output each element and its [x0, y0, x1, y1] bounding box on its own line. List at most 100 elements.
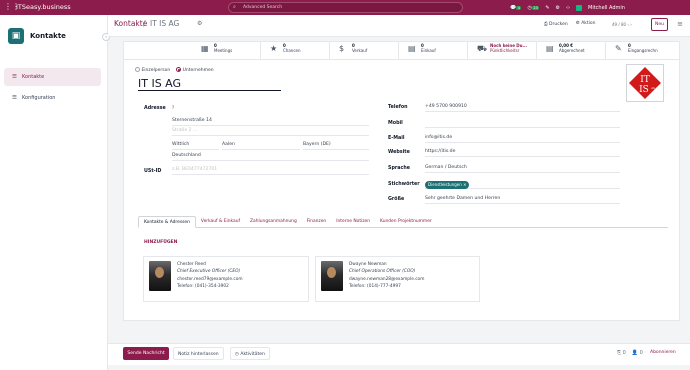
- tab-contacts-addresses[interactable]: Kontakte & Adressen: [138, 216, 196, 228]
- header-actions: ⎙ Drucken ⚙ Aktion: [544, 21, 596, 27]
- email-field[interactable]: info@itis.de: [425, 135, 620, 143]
- smart-button-invoiced[interactable]: ▤ 0,00 € Abgerechnet: [538, 41, 606, 59]
- city-field[interactable]: Wittlich: [172, 142, 219, 150]
- contact-info: Dwayne Newman Chief Operations Officer (…: [349, 261, 424, 291]
- partner-name-field[interactable]: IT IS AG: [138, 77, 281, 91]
- contact-card[interactable]: Dwayne Newman Chief Operations Officer (…: [315, 256, 480, 302]
- phone-label: Telefon: [388, 105, 408, 110]
- tags-label: Stichwörter: [388, 182, 420, 187]
- attachment-icon[interactable]: ⎘ 0: [617, 350, 626, 356]
- smart-button-on-time-rate[interactable]: ⛟ Noch keine Du... Pünktlichkeitsr: [469, 41, 537, 59]
- chatter-icons: ⎘ 0 👤 0: [617, 350, 643, 356]
- truck-icon: ⛟: [477, 44, 488, 53]
- follow-button[interactable]: Abonnieren: [650, 350, 676, 355]
- salutation-field[interactable]: Sehr geehrte Damen und Herren: [425, 196, 620, 204]
- systray: 💬 4 ◷ 23 ✎ ⚙ ‹› Mitchell Admin: [510, 3, 625, 12]
- dollar-icon: $: [339, 44, 345, 53]
- tab-sales-purchase[interactable]: Verkauf & Einkauf: [196, 216, 245, 227]
- tag-remove-icon[interactable]: ✕: [463, 182, 466, 187]
- list-icon: ☰: [12, 95, 17, 101]
- salutation-label: Größe: [388, 197, 405, 202]
- followers-icon[interactable]: 👤 0: [632, 350, 643, 356]
- svg-text:IT: IT: [640, 75, 650, 85]
- gear-icon[interactable]: ⚙: [197, 20, 202, 27]
- pager[interactable]: 49 / 80 ‹ ›: [612, 22, 632, 27]
- smart-button-label: Verkauf: [352, 47, 368, 53]
- vat-field[interactable]: z.B. BE0477472701: [172, 167, 369, 175]
- edit-icon: ✎: [615, 44, 622, 53]
- pager-next-icon[interactable]: ›: [630, 22, 632, 27]
- radio-label: Unternehmen: [182, 68, 214, 73]
- contact-name: Dwayne Newman: [349, 262, 387, 267]
- country-field[interactable]: Deutschland: [172, 153, 369, 161]
- help-icon[interactable]: ?: [172, 105, 174, 110]
- activity-clock-icon[interactable]: ◷ 23: [527, 5, 540, 11]
- avatar[interactable]: [576, 4, 582, 11]
- log-note-button[interactable]: Notiz hinterlassen: [173, 347, 224, 360]
- print-button[interactable]: ⎙ Drucken: [544, 21, 568, 27]
- smart-button-sales[interactable]: $0 Verkauf: [331, 41, 399, 59]
- tab-accounting[interactable]: Finanzen: [302, 216, 331, 227]
- radio-individual[interactable]: Einzelperson: [135, 67, 170, 73]
- search-icon: ⌕: [233, 4, 236, 10]
- zip-city-field[interactable]: Aalen: [222, 142, 300, 150]
- new-button[interactable]: Neu: [651, 18, 668, 31]
- contact-phone: Telefon: (014)-777-4997: [349, 284, 401, 290]
- smart-button-label: Eingangsrechn: [628, 47, 658, 53]
- radio-company[interactable]: Unternehmen: [176, 67, 214, 73]
- user-name[interactable]: Mitchell Admin: [588, 5, 625, 11]
- street-field[interactable]: Sternenstraße 14: [172, 118, 369, 126]
- message-count-badge: 4: [516, 5, 522, 10]
- contact-info: Chester Reed Chief Executive Officer (CE…: [177, 261, 243, 291]
- smart-button-vendor-bills[interactable]: ✎ 0 Eingangsrechn: [607, 41, 679, 59]
- print-label: Drucken: [549, 22, 568, 27]
- breadcrumb-separator: /: [143, 19, 146, 28]
- company-type-selector: Einzelperson Unternehmen: [135, 67, 214, 73]
- control-panel: [108, 15, 690, 37]
- website-field[interactable]: https://itis.de: [425, 149, 620, 157]
- state-field[interactable]: Bayern (DE): [303, 142, 369, 150]
- tools-icon[interactable]: ✎: [545, 5, 549, 11]
- global-search-input[interactable]: ⌕ Advanced Search: [228, 2, 463, 13]
- breadcrumb-current: IT IS AG: [150, 19, 180, 28]
- code-icon[interactable]: ‹›: [566, 5, 570, 11]
- sidebar-item-contacts[interactable]: ☰ Kontakte: [4, 68, 101, 86]
- pager-prev-icon[interactable]: ‹: [627, 22, 629, 27]
- list-icon: ☰: [12, 74, 17, 80]
- contacts-app-icon: ▣: [8, 28, 24, 44]
- tab-internal-notes[interactable]: Interne Notizen: [331, 216, 375, 227]
- website-label: Website: [388, 150, 410, 155]
- contact-photo: [321, 261, 343, 291]
- vat-label: USt-ID: [144, 169, 162, 174]
- tag-badge[interactable]: Dienstleistungen ✕: [425, 181, 470, 189]
- activities-button[interactable]: ◷ Aktivitäten: [230, 347, 270, 360]
- add-contact-button[interactable]: HINZUFÜGEN: [144, 240, 177, 245]
- phone-field[interactable]: +49 5700 900910: [425, 104, 620, 112]
- smart-button-opportunities[interactable]: ★ 0 Chancen: [262, 41, 330, 59]
- contact-card[interactable]: Chester Reed Chief Executive Officer (CE…: [143, 256, 309, 302]
- action-label: Aktion: [581, 21, 596, 26]
- contact-email: chester.reed79@example.com: [177, 276, 243, 282]
- tab-payment-reminder[interactable]: Zahlungsanmahnung: [245, 216, 302, 227]
- chat-icon[interactable]: 💬 4: [510, 5, 522, 11]
- sidebar-item-label: Konfiguration: [22, 95, 56, 101]
- tab-customer-project-number[interactable]: Kunden Projektnummer: [375, 216, 437, 227]
- tag-label: Dienstleistungen: [428, 182, 462, 187]
- calendar-icon: ▦: [201, 44, 209, 53]
- contact-email: dwayne.newman28@example.com: [349, 276, 425, 282]
- company-logo[interactable]: IT IS AG: [626, 64, 664, 102]
- hamburger-menu-icon[interactable]: ≡: [673, 19, 687, 30]
- language-field[interactable]: German / Deutsch: [425, 165, 620, 173]
- debug-icon[interactable]: ⚙: [556, 5, 560, 11]
- sidebar-item-configuration[interactable]: ☰ Konfiguration: [4, 89, 101, 107]
- company-brand[interactable]: ITSeasy.business: [16, 3, 71, 11]
- mobile-field[interactable]: [425, 120, 620, 128]
- search-placeholder: Advanced Search: [243, 5, 283, 10]
- street2-field[interactable]: Straße 2 ...: [172, 128, 369, 136]
- action-button[interactable]: ⚙ Aktion: [576, 21, 596, 27]
- smart-button-label: Chancen: [283, 47, 301, 53]
- smart-button-purchase[interactable]: ▤ 0 Einkauf: [400, 41, 468, 59]
- send-message-button[interactable]: Sende Nachricht: [123, 347, 169, 360]
- email-label: E-Mail: [388, 136, 405, 141]
- smart-button-meetings[interactable]: ▦ 0 Meetings: [193, 41, 261, 59]
